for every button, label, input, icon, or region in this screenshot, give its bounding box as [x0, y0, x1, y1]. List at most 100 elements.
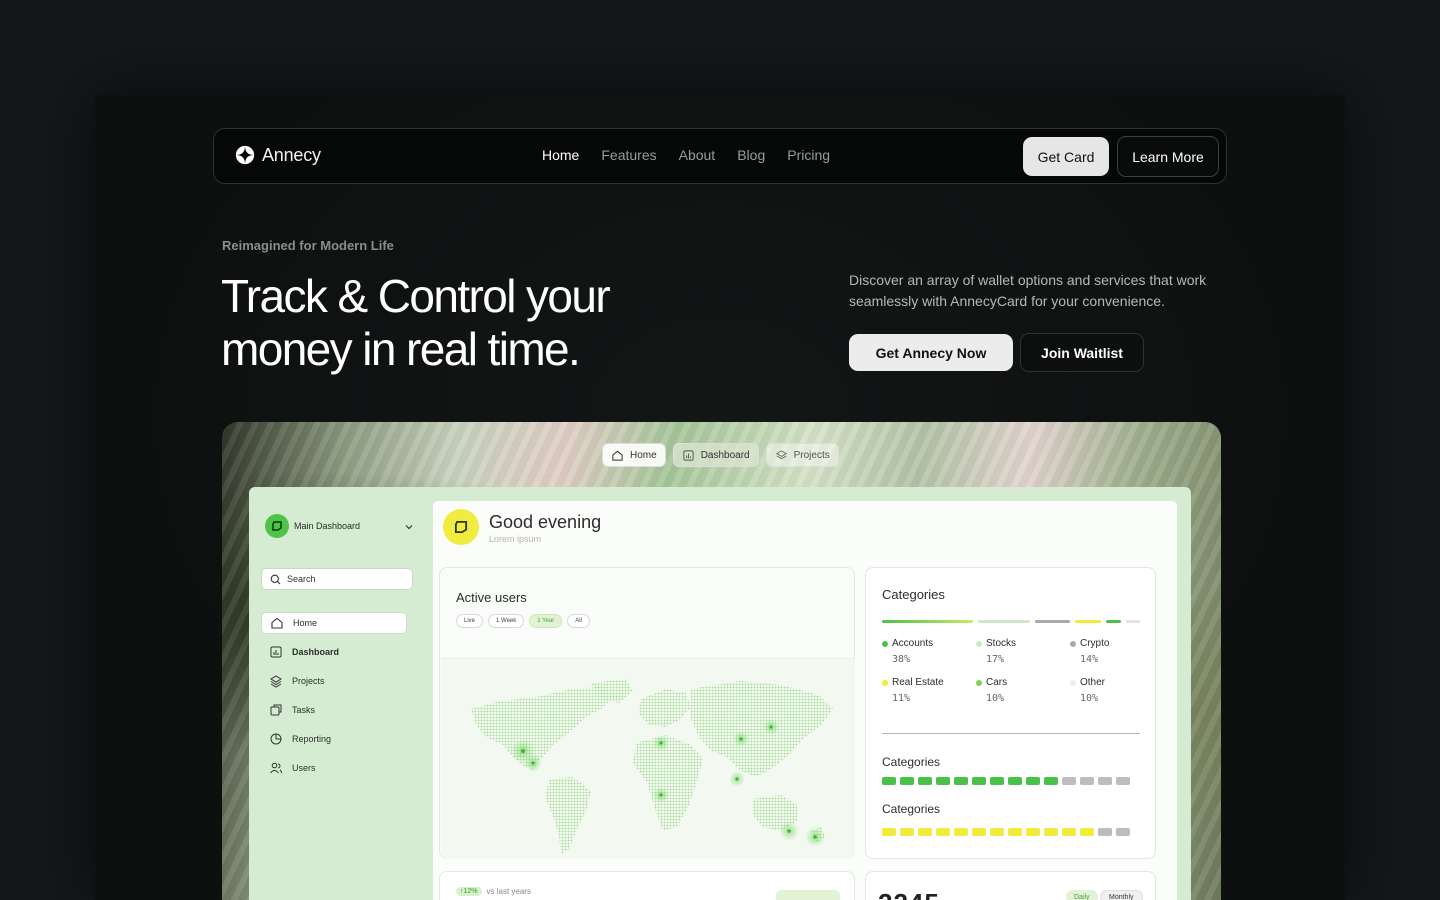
- segment: [900, 777, 914, 785]
- showcase-tab-home[interactable]: Home: [602, 443, 666, 467]
- segment: [1116, 828, 1130, 836]
- home-icon: [612, 450, 623, 461]
- legend-dot: [882, 679, 888, 686]
- sidebar-item-label: Projects: [292, 676, 325, 686]
- range-pill-all[interactable]: All: [567, 614, 590, 628]
- categories-card: Categories Accounts 38% Stocks 17% Crypt…: [865, 567, 1156, 859]
- greeting-title: Good evening: [489, 512, 602, 532]
- segment: [1008, 777, 1022, 785]
- sidebar-nav: Home Dashboard Projects Tasks Reporting …: [261, 612, 407, 786]
- get-annecy-now-button[interactable]: Get Annecy Now: [849, 334, 1013, 371]
- segment: [1098, 828, 1112, 836]
- legend-value: 10%: [986, 693, 1005, 704]
- showcase-tabs: Home Dashboard Projects: [602, 443, 839, 467]
- growth-badge: ↑12%: [456, 887, 482, 896]
- nav-links: Home Features About Blog Pricing: [542, 147, 830, 163]
- sidebar-item-users[interactable]: Users: [261, 757, 407, 779]
- categories-title: Categories: [882, 587, 945, 602]
- join-waitlist-button[interactable]: Join Waitlist: [1020, 333, 1144, 372]
- greeting-subtitle: Lorem ipsum: [489, 534, 542, 544]
- showcase-tab-projects[interactable]: Projects: [765, 443, 839, 467]
- categories-sub-title-1: Categories: [882, 755, 941, 769]
- pie-icon: [270, 733, 282, 745]
- mini-chart-tab[interactable]: [776, 890, 840, 900]
- categories-distribution-bar: [882, 620, 1140, 623]
- sidebar-item-projects[interactable]: Projects: [261, 670, 407, 692]
- dashboard-showcase: Home Dashboard Projects Main Dashboard S…: [222, 422, 1221, 900]
- hero-description: Discover an array of wallet options and …: [849, 272, 1207, 309]
- categories-divider: [882, 733, 1140, 734]
- segment: [1026, 777, 1040, 785]
- dashboard-logo-icon: [454, 520, 468, 534]
- growth-card: ↑12% vs last years: [439, 871, 855, 900]
- legend-value: 38%: [892, 654, 911, 665]
- chart-icon: [683, 449, 694, 461]
- legend-item-real-estate: Real Estate 11%: [882, 677, 976, 704]
- segment: [918, 828, 932, 836]
- sidebar-item-reporting[interactable]: Reporting: [261, 728, 407, 750]
- active-users-card: Active users Live 1 Week 1 Year All: [439, 567, 855, 859]
- legend-item-stocks: Stocks 17%: [976, 638, 1070, 665]
- segment: [936, 777, 950, 785]
- legend-value: 17%: [986, 654, 1005, 665]
- segment: [1044, 777, 1058, 785]
- nav-link-home[interactable]: Home: [542, 147, 579, 163]
- period-monthly-pill[interactable]: Monthly: [1100, 890, 1143, 900]
- legend-value: 11%: [892, 693, 911, 704]
- growth-stat: ↑12% vs last years: [456, 887, 531, 896]
- segment: [954, 777, 968, 785]
- showcase-tab-label: Projects: [793, 449, 830, 461]
- brand-logo[interactable]: Annecy: [234, 144, 321, 166]
- stats-card: 2245 Daily Monthly: [865, 871, 1156, 900]
- sidebar-item-dashboard[interactable]: Dashboard: [261, 641, 407, 663]
- categories-legend: Accounts 38% Stocks 17% Crypto 14% Real …: [882, 638, 1152, 704]
- legend-dot: [1070, 679, 1076, 686]
- legend-name: Crypto: [1080, 638, 1110, 649]
- nav-link-blog[interactable]: Blog: [737, 147, 765, 163]
- segment: [882, 777, 896, 785]
- showcase-tab-label: Dashboard: [700, 449, 750, 461]
- dashboard-main: Good evening Lorem ipsum Active users Li…: [433, 501, 1177, 900]
- segment: [1062, 828, 1076, 836]
- segment: [1116, 777, 1130, 785]
- tasks-icon: [270, 704, 282, 716]
- dist-segment-stocks: [978, 620, 1030, 623]
- legend-item-other: Other 10%: [1070, 677, 1152, 704]
- nav-link-features[interactable]: Features: [601, 147, 656, 163]
- dist-segment-other: [1126, 620, 1140, 623]
- period-daily-pill[interactable]: Daily: [1066, 890, 1098, 900]
- brand-name: Annecy: [262, 144, 321, 165]
- range-selector: Live 1 Week 1 Year All: [456, 614, 590, 628]
- get-card-button[interactable]: Get Card: [1023, 137, 1109, 176]
- segment: [900, 828, 914, 836]
- segment: [1044, 828, 1058, 836]
- legend-item-accounts: Accounts 38%: [882, 638, 976, 665]
- learn-more-button[interactable]: Learn More: [1117, 136, 1219, 177]
- legend-dot: [976, 640, 982, 647]
- segment: [990, 828, 1004, 836]
- legend-name: Stocks: [986, 638, 1017, 649]
- sidebar-header[interactable]: Main Dashboard: [265, 514, 360, 538]
- sidebar-search-input[interactable]: Search: [261, 568, 413, 590]
- showcase-tab-dashboard[interactable]: Dashboard: [672, 443, 759, 467]
- sidebar-item-home[interactable]: Home: [261, 612, 407, 634]
- legend-dot: [1070, 640, 1076, 647]
- dist-segment-realestate: [1075, 620, 1102, 623]
- growth-label: vs last years: [486, 887, 531, 896]
- sidebar-item-tasks[interactable]: Tasks: [261, 699, 407, 721]
- search-placeholder: Search: [287, 574, 316, 584]
- sidebar-item-label: Reporting: [292, 734, 332, 744]
- nav-link-pricing[interactable]: Pricing: [787, 147, 830, 163]
- range-pill-week[interactable]: 1 Week: [488, 614, 525, 628]
- legend-value: 10%: [1080, 693, 1099, 704]
- nav-link-about[interactable]: About: [679, 147, 716, 163]
- sidebar-title: Main Dashboard: [294, 521, 361, 531]
- range-pill-live[interactable]: Live: [456, 614, 484, 628]
- sidebar-item-label: Tasks: [292, 705, 316, 715]
- active-users-title: Active users: [456, 590, 527, 605]
- hero-eyebrow: Reimagined for Modern Life: [222, 238, 394, 253]
- categories-sub-title-2: Categories: [882, 802, 941, 816]
- range-pill-year[interactable]: 1 Year: [529, 614, 563, 628]
- sidebar-item-label: Users: [292, 763, 316, 773]
- chevron-down-icon[interactable]: [404, 522, 414, 532]
